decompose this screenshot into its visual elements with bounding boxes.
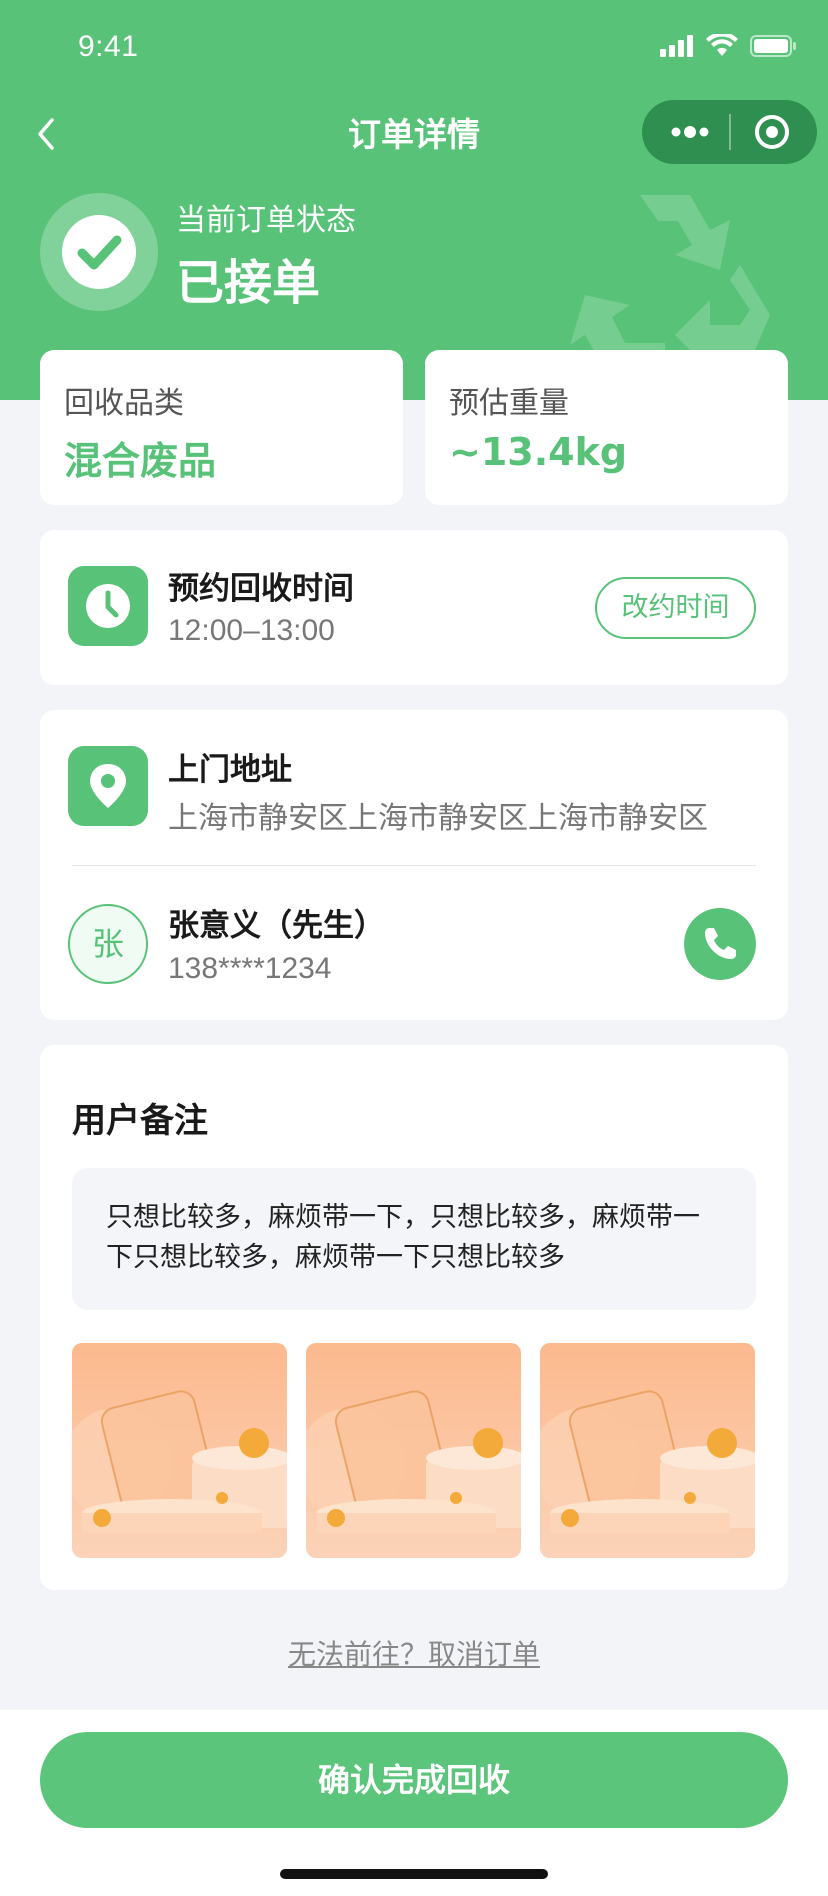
category-label: 回收品类 bbox=[64, 386, 184, 421]
photo-thumbnail[interactable] bbox=[540, 1343, 755, 1558]
more-icon[interactable] bbox=[668, 120, 712, 144]
location-icon-box bbox=[68, 746, 148, 826]
weight-value: ~13.4kg bbox=[449, 430, 628, 474]
weight-label: 预估重量 bbox=[449, 386, 569, 421]
weight-card: 预估重量 ~13.4kg bbox=[425, 350, 788, 505]
close-mini-program-icon[interactable] bbox=[752, 112, 792, 152]
address-value: 上海市静安区上海市静安区上海市静安区 bbox=[168, 801, 708, 836]
category-value: 混合废品 bbox=[64, 439, 217, 483]
location-pin-icon bbox=[90, 764, 126, 808]
photo-thumbnail[interactable] bbox=[306, 1343, 521, 1558]
wifi-icon bbox=[706, 34, 738, 56]
battery-icon bbox=[750, 35, 796, 57]
home-indicator bbox=[280, 1869, 548, 1879]
check-icon bbox=[77, 235, 122, 270]
divider bbox=[72, 865, 756, 866]
avatar: 张 bbox=[68, 904, 148, 984]
confirm-complete-button[interactable]: 确认完成回收 bbox=[40, 1732, 788, 1828]
status-icons bbox=[660, 34, 798, 58]
photo-image bbox=[540, 1343, 755, 1558]
reschedule-button[interactable]: 改约时间 bbox=[595, 577, 756, 639]
signal-icon bbox=[660, 35, 693, 57]
category-card: 回收品类 混合废品 bbox=[40, 350, 403, 505]
contact-name: 张意义（先生） bbox=[168, 908, 385, 944]
order-status-block: 当前订单状态 已接单 bbox=[40, 193, 740, 313]
nav-bar: 订单详情 bbox=[0, 96, 828, 166]
status-bar: 9:41 bbox=[0, 0, 828, 96]
phone-icon bbox=[705, 928, 736, 959]
notes-title: 用户备注 bbox=[72, 1101, 208, 1141]
clock-icon-box bbox=[68, 566, 148, 646]
photo-image bbox=[72, 1343, 287, 1558]
schedule-time: 12:00–13:00 bbox=[168, 614, 335, 647]
address-title: 上门地址 bbox=[168, 752, 292, 788]
cancel-order-link[interactable]: 无法前往？取消订单 bbox=[0, 1633, 828, 1673]
mini-program-capsule bbox=[642, 100, 817, 164]
notes-text: 只想比较多，麻烦带一下，只想比较多，麻烦带一下只想比较多，麻烦带一下只想比较多 bbox=[72, 1168, 756, 1310]
call-button[interactable] bbox=[684, 908, 756, 980]
photo-image bbox=[306, 1343, 521, 1558]
order-status-value: 已接单 bbox=[176, 255, 321, 311]
clock-icon bbox=[86, 584, 130, 628]
capsule-divider bbox=[729, 114, 731, 150]
schedule-title: 预约回收时间 bbox=[168, 571, 354, 607]
order-status-label: 当前订单状态 bbox=[176, 203, 356, 238]
status-circle bbox=[40, 193, 158, 311]
contact-phone: 138****1234 bbox=[168, 952, 332, 985]
photo-thumbnail[interactable] bbox=[72, 1343, 287, 1558]
status-time: 9:41 bbox=[78, 30, 139, 63]
